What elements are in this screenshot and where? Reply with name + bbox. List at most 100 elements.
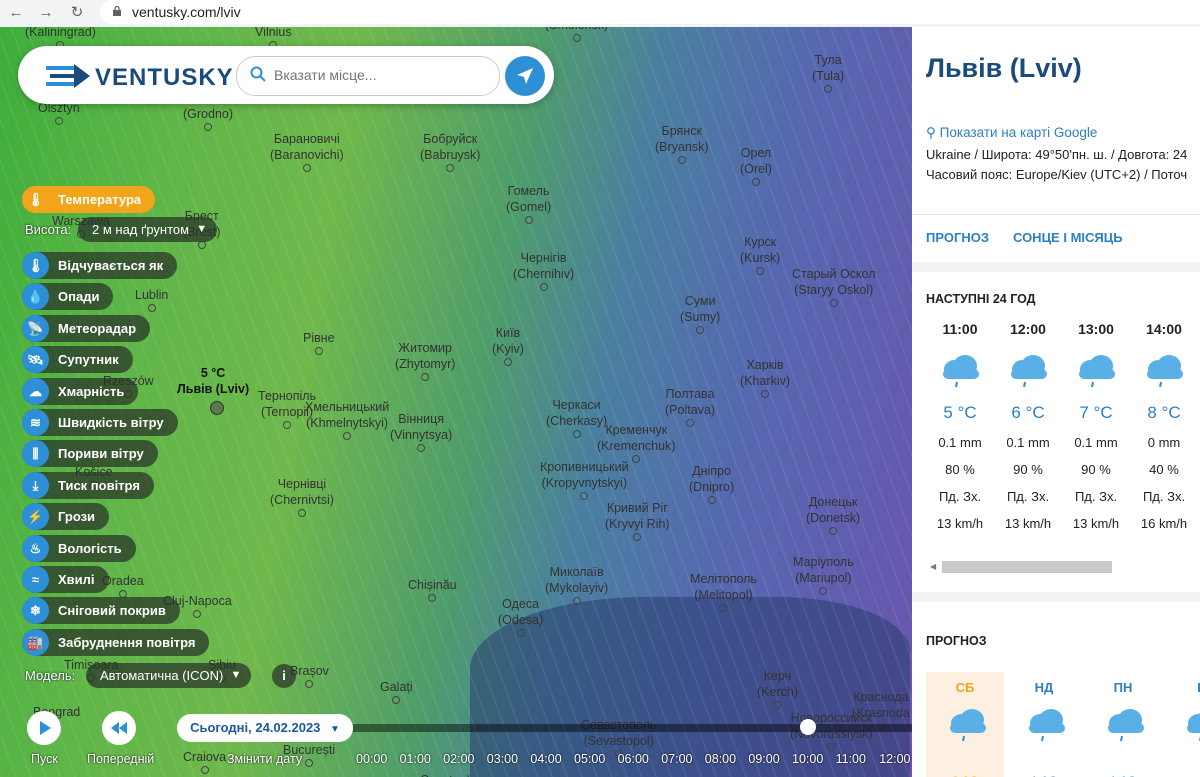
layer-thunderstorms[interactable]: ⚡ Грози (22, 503, 110, 531)
previous-button[interactable] (102, 711, 136, 745)
height-value: 2 м над ґрунтом (92, 222, 190, 237)
city-dot (446, 164, 455, 172)
city-name-latin: (Kropyvnytskyi) (541, 476, 627, 490)
day-name: В (1163, 680, 1200, 695)
date-select[interactable]: Сьогодні, 24.02.2023 ▼ (177, 714, 353, 742)
hour-wind-direction-value: Пд. Зх. (938, 489, 982, 504)
city-name-latin: (Odesa) (498, 613, 544, 627)
layer-air-pollution[interactable]: 🏭 Забруднення повітря (22, 628, 210, 656)
timeline-hour[interactable]: 03:00 (487, 752, 518, 766)
layer-precipitation[interactable]: 💧 Опади (22, 283, 114, 311)
day-column[interactable]: НД 1 °C (1005, 672, 1083, 777)
city-name: Chișinău (408, 578, 457, 592)
selected-location-marker[interactable]: 5 °C Львів (Lviv) (177, 365, 249, 415)
height-select[interactable]: 2 м над ґрунтом ▼ (78, 217, 218, 242)
address-bar[interactable] (100, 0, 1200, 24)
search-input[interactable] (272, 66, 486, 84)
city-label: Житомир (Zhytomyr) (395, 340, 455, 381)
timeline-hour[interactable]: 07:00 (661, 752, 692, 766)
model-select[interactable]: Автоматична (ICON) ▼ (86, 663, 252, 688)
rewind-icon (111, 722, 127, 734)
city-dot (539, 283, 548, 291)
layer-clouds[interactable]: ☁ Хмарність (22, 377, 139, 405)
day-column[interactable]: СБ 6 °C (926, 672, 1004, 777)
day-column[interactable]: ПН 1 °C (1084, 672, 1162, 777)
timeline-hour[interactable]: 01:00 (400, 752, 431, 766)
city-name-latin: (Kursk) (740, 251, 781, 265)
city-name: Мелітополь (690, 572, 757, 586)
city-label: Рівне (303, 330, 335, 355)
hourly-scrollbar[interactable] (942, 561, 1112, 573)
city-name-latin: (Mariupol) (795, 571, 852, 585)
timeline-hour[interactable]: 05:00 (574, 752, 605, 766)
pin-icon: ⚲ (926, 125, 936, 140)
back-icon[interactable]: ← (6, 3, 26, 23)
city-name-latin: (Kharkiv) (740, 374, 791, 388)
layer-feels-like[interactable]: 🌡 Відчувається як (22, 252, 178, 279)
city-label: Кропивницький (Kropyvnytskyi) (540, 459, 629, 500)
previous-label: Попередній (87, 752, 155, 766)
wind-speed-icon: ≋ (22, 409, 49, 436)
timeline-handle[interactable] (800, 719, 816, 735)
hour-wind-speed: 13 km/h (1062, 516, 1130, 531)
timeline-hour[interactable]: 08:00 (705, 752, 736, 766)
logo-text[interactable]: VENTUSKY (95, 64, 234, 92)
google-map-link[interactable]: ⚲ Показати на карті Google (926, 125, 1097, 141)
city-name: Craiova (183, 750, 227, 764)
play-icon (40, 721, 51, 735)
timeline-track[interactable] (353, 724, 912, 732)
city-dot (297, 509, 306, 517)
day-column[interactable]: В (1163, 672, 1200, 777)
info-icon[interactable]: i (272, 664, 296, 688)
hour-wind-speed-value: 13 km/h (936, 516, 984, 531)
marker-dot (210, 401, 224, 415)
rain-cloud-icon (1005, 353, 1051, 388)
city-label: Чернігів (Chernihiv) (513, 250, 574, 291)
locate-me-button[interactable] (505, 56, 545, 96)
layer-satellite[interactable]: 🛰 Супутник (22, 346, 133, 374)
city-name-latin: (Kyiv) (492, 342, 524, 356)
hour-time-value: 12:00 (1010, 321, 1046, 337)
city-label: Гомель (Gomel) (506, 183, 551, 224)
layer-snow-cover[interactable]: ❄ Сніговий покрив (22, 597, 180, 625)
hour-temp-value: 5 °C (943, 403, 977, 422)
layer-waves[interactable]: ≈ Хвилі (22, 566, 109, 593)
scroll-left-icon[interactable]: ◀ (930, 562, 936, 571)
layer-temperature[interactable]: 🌡 Температура (22, 186, 156, 213)
panel-tabs: ПРОГНОЗ СОНЦЕ І МІСЯЦЬ (912, 214, 1200, 262)
timeline-hour[interactable]: 12:00 (879, 752, 910, 766)
layer-humidity[interactable]: ♨ Вологість (22, 534, 136, 562)
ventusky-logo-icon[interactable] (46, 62, 92, 90)
city-name: Житомир (398, 341, 452, 355)
day-name: ПН (1113, 680, 1133, 695)
city-label: Craiova (183, 749, 226, 774)
forward-icon[interactable]: → (36, 3, 56, 23)
city-name-latin: (Kremenchuk) (597, 439, 676, 453)
timeline-hour[interactable]: 06:00 (618, 752, 649, 766)
hour-precip-value: 0.1 mm (1006, 435, 1050, 450)
layer-wind-speed[interactable]: ≋ Швидкість вітру (22, 409, 178, 436)
hour-probability-value: 40 % (1149, 462, 1179, 477)
city-name: Чернівці (277, 477, 327, 491)
layer-radar[interactable]: 📡 Метеорадар (22, 314, 151, 342)
browser-toolbar: ← → ↻ ventusky.com/lviv (0, 0, 1200, 28)
city-name-latin: (Orel) (740, 162, 772, 176)
timeline-hour[interactable]: 00:00 (356, 752, 387, 766)
forecast-title: ПРОГНОЗ (926, 634, 987, 648)
timeline-hour[interactable]: 02:00 (443, 752, 474, 766)
tab-forecast[interactable]: ПРОГНОЗ (926, 230, 989, 245)
city-name-latin: (Babruysk) (420, 148, 481, 162)
city-label: Galați (380, 679, 413, 704)
layer-wind-gusts[interactable]: ⫼ Пориви вітру (22, 440, 158, 468)
city-label: Вінниця (Vinnytsya) (390, 411, 452, 452)
timeline-hour[interactable]: 09:00 (748, 752, 779, 766)
timeline-hour[interactable]: 11:00 (836, 752, 866, 766)
timeline-hour[interactable]: 04:00 (530, 752, 561, 766)
play-button[interactable] (27, 711, 61, 745)
hour-wind-direction-value: Пд. Зх. (1142, 489, 1186, 504)
tab-sun-moon[interactable]: СОНЦЕ І МІСЯЦЬ (1013, 230, 1123, 245)
layer-pressure[interactable]: ⤓ Тиск повітря (22, 471, 154, 499)
change-date-label[interactable]: Змінити дату (227, 752, 302, 766)
reload-icon[interactable]: ↻ (67, 3, 87, 23)
timeline-hour[interactable]: 10:00 (792, 752, 823, 766)
